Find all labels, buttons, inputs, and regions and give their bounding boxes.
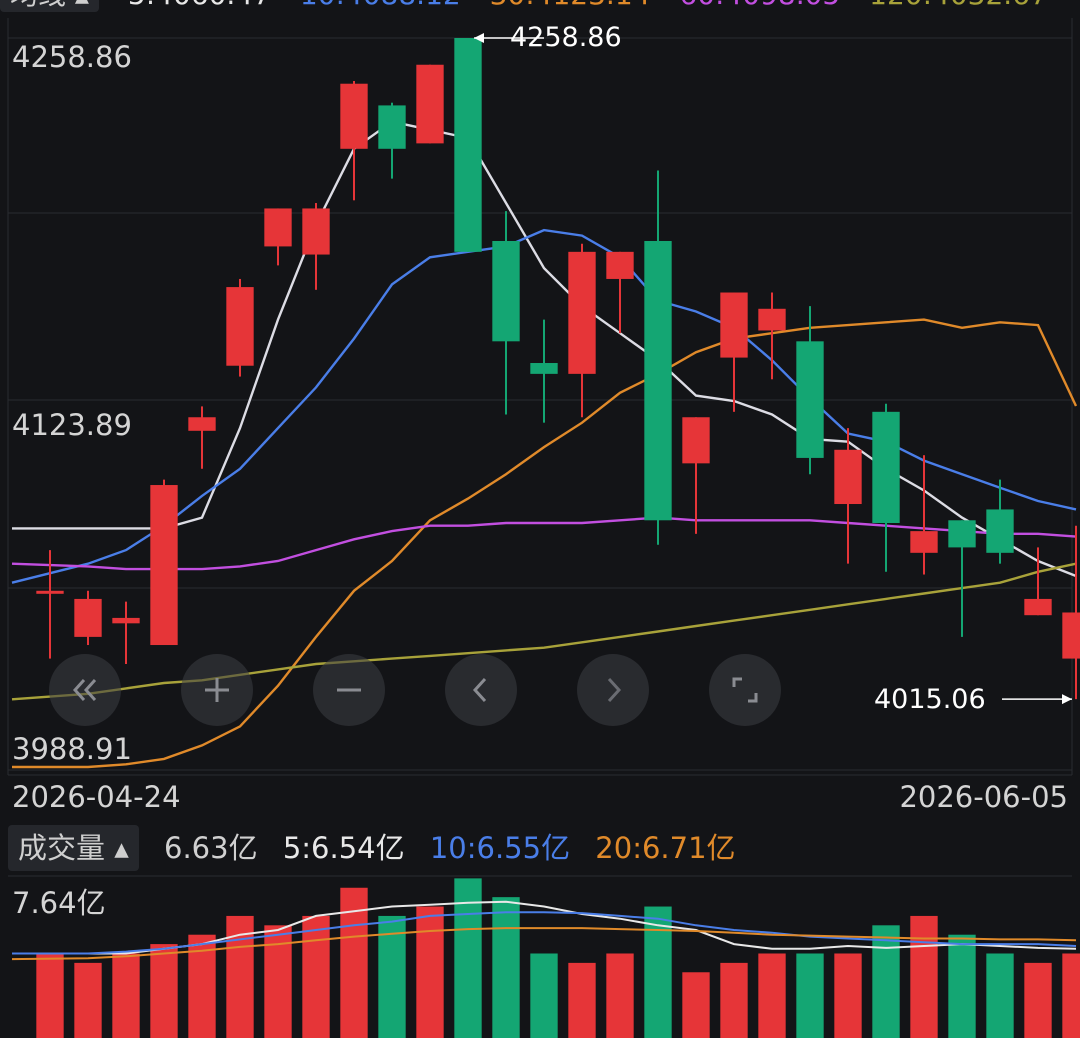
candle-body xyxy=(36,590,64,594)
candle-body xyxy=(834,449,862,505)
candle-body xyxy=(302,208,330,255)
volume-bar xyxy=(948,934,976,1038)
volume-bar xyxy=(834,953,862,1038)
volume-bar xyxy=(606,953,634,1038)
candle-body xyxy=(492,240,520,342)
volume-bar xyxy=(872,925,900,1038)
candle-body xyxy=(910,531,938,553)
volume-bar xyxy=(682,972,710,1038)
ma10-value: 10:4088.12 xyxy=(300,0,461,11)
fullscreen-icon xyxy=(732,677,758,703)
candle-body xyxy=(758,308,786,331)
volume-current: 6.63亿 xyxy=(164,831,258,865)
prev-button[interactable] xyxy=(445,654,517,726)
candle-body xyxy=(986,509,1014,553)
candle-body xyxy=(606,251,634,279)
volume-bar xyxy=(530,953,558,1038)
price-axis-top: 4258.86 xyxy=(12,40,132,74)
prev-icon xyxy=(472,677,487,703)
ma30-value: 30:4123.14 xyxy=(490,0,651,11)
next-icon xyxy=(607,677,622,703)
ma120-value: 120:4032.67 xyxy=(869,0,1048,11)
ma5-value: 5:4060.47 xyxy=(128,0,271,11)
candle-body xyxy=(188,417,216,431)
volume-bar xyxy=(758,953,786,1038)
candle-body xyxy=(948,520,976,548)
volume-bar xyxy=(74,962,102,1038)
volume-ma10: 10:6.55亿 xyxy=(429,831,571,865)
fullscreen-button[interactable] xyxy=(709,654,781,726)
volume-tag-label: 成交量 xyxy=(18,831,106,865)
candle-body xyxy=(568,251,596,374)
volume-ma20: 20:6.71亿 xyxy=(595,831,736,865)
zoom-in-icon xyxy=(205,678,229,702)
candle-body xyxy=(872,411,900,523)
rewind-icon xyxy=(72,678,97,702)
price-axis-mid: 4123.89 xyxy=(12,408,132,442)
moving-average-lines xyxy=(11,120,1078,769)
volume-bar xyxy=(1024,962,1052,1038)
candle-body xyxy=(1024,598,1052,616)
ma-header: 均线 ▴ 5:4060.47 10:4088.12 30:4123.14 60:… xyxy=(0,0,1068,12)
ma-tag-label: 均线 xyxy=(10,0,66,11)
zoom-in-button[interactable] xyxy=(181,654,253,726)
low-arrow-head xyxy=(1062,694,1072,705)
next-button[interactable] xyxy=(577,654,649,726)
candle-body xyxy=(796,341,824,458)
candle-body xyxy=(226,287,254,366)
price-axis-bottom: 3988.91 xyxy=(12,732,132,766)
volume-bar xyxy=(36,953,64,1038)
rewind-button[interactable] xyxy=(49,654,121,726)
volume-bar xyxy=(796,953,824,1038)
date-end: 2026-06-05 xyxy=(899,780,1068,814)
volume-ma5: 5:6.54亿 xyxy=(282,831,405,865)
ma-tag[interactable]: 均线 ▴ xyxy=(0,0,99,12)
volume-bar xyxy=(986,953,1014,1038)
chart-grid xyxy=(7,18,1073,877)
candle-body xyxy=(682,417,710,464)
candle-body xyxy=(416,64,444,144)
volume-bar xyxy=(910,915,938,1038)
zoom-out-icon xyxy=(337,688,361,692)
date-start: 2026-04-24 xyxy=(12,780,181,814)
candle-body xyxy=(454,38,482,252)
volume-bar xyxy=(568,962,596,1038)
volume-bar xyxy=(112,953,140,1038)
zoom-out-button[interactable] xyxy=(313,654,385,726)
volume-bars xyxy=(36,878,1080,1038)
volume-bar xyxy=(416,906,444,1038)
candle-body xyxy=(530,363,558,374)
volume-bar xyxy=(720,962,748,1038)
high-price-label: 4258.86 xyxy=(510,22,622,53)
volume-bar xyxy=(150,944,178,1038)
candlestick-chart xyxy=(7,18,1080,1038)
candle-body xyxy=(644,240,672,521)
candle-body xyxy=(112,617,140,624)
low-price-label: 4015.06 xyxy=(874,684,986,715)
candle-body xyxy=(74,598,102,637)
candle-body xyxy=(150,485,178,646)
candle-body xyxy=(378,105,406,149)
ma60-value: 60:4098.05 xyxy=(679,0,840,11)
candle-body xyxy=(264,208,292,247)
candle-body xyxy=(340,83,368,149)
volume-bar xyxy=(492,897,520,1038)
candle-body xyxy=(720,292,748,358)
candle-body xyxy=(1062,612,1080,659)
volume-header: 成交量 ▴ 6.63亿 5:6.54亿 10:6.55亿 20:6.71亿 xyxy=(8,825,752,871)
candles xyxy=(36,38,1080,700)
volume-tag[interactable]: 成交量 ▴ xyxy=(8,825,139,871)
volume-bar xyxy=(302,915,330,1038)
volume-bar xyxy=(1062,953,1080,1038)
volume-max-label: 7.64亿 xyxy=(12,886,106,920)
